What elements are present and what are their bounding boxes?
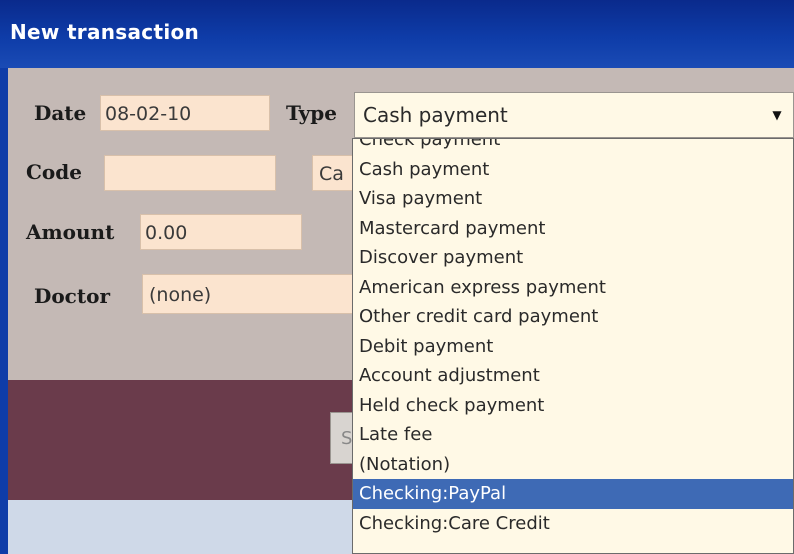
dropdown-option[interactable]: Debit payment <box>353 332 793 362</box>
doctor-label: Doctor <box>34 284 110 308</box>
dropdown-option[interactable]: Visa payment <box>353 184 793 214</box>
title-bar: New transaction <box>0 0 794 68</box>
type-select[interactable]: Cash payment ▼ <box>354 92 794 138</box>
dropdown-option[interactable]: Discover payment <box>353 243 793 273</box>
type-select-value: Cash payment <box>363 103 508 127</box>
window-title: New transaction <box>10 20 200 44</box>
chevron-down-icon[interactable]: ▼ <box>767 105 787 125</box>
obscured-field[interactable]: Ca <box>312 155 356 191</box>
dropdown-option[interactable]: Account adjustment <box>353 361 793 391</box>
dropdown-option[interactable]: Checking:PayPal <box>353 479 793 509</box>
dropdown-option[interactable]: Checking:Care Credit <box>353 509 793 539</box>
code-label: Code <box>26 160 82 184</box>
window-frame-edge <box>0 68 8 554</box>
dropdown-option[interactable]: Check payment <box>353 139 793 155</box>
dropdown-option[interactable]: Late fee <box>353 420 793 450</box>
amount-field[interactable]: 0.00 <box>140 214 302 250</box>
dropdown-option[interactable]: (Notation) <box>353 450 793 480</box>
type-dropdown-list: Check payment Cash payment Visa payment Mas… <box>352 138 794 554</box>
dropdown-option[interactable]: Mastercard payment <box>353 214 793 244</box>
type-label: Type <box>286 101 338 125</box>
amount-label: Amount <box>26 220 115 244</box>
date-field[interactable]: 08-02-10 <box>100 95 270 131</box>
dropdown-option[interactable]: Other credit card payment <box>353 302 793 332</box>
date-label: Date <box>34 101 87 125</box>
dropdown-option[interactable]: Cash payment <box>353 155 793 185</box>
dropdown-option[interactable]: Held check payment <box>353 391 793 421</box>
doctor-select[interactable]: (none) <box>142 274 354 314</box>
code-field[interactable] <box>104 155 276 191</box>
dropdown-option[interactable]: American express payment <box>353 273 793 303</box>
